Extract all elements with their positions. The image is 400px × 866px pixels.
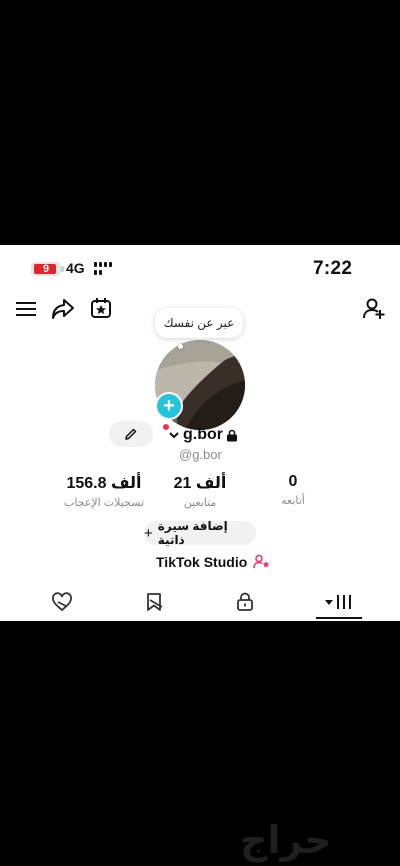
- tab-liked[interactable]: [47, 589, 77, 615]
- stat-likes-value: 156.8 ألف: [66, 475, 142, 492]
- lock-icon: [227, 429, 237, 441]
- stat-following-value: 0: [288, 473, 298, 490]
- tab-private[interactable]: [230, 589, 260, 615]
- profile-screen: 9 4G 7:22 + عبر عن نفسك g.bor @g.bor 156…: [0, 245, 400, 621]
- display-name: g.bor: [183, 426, 223, 443]
- battery-indicator: 9: [31, 262, 61, 276]
- plus-icon: +: [144, 524, 153, 542]
- stat-followers[interactable]: 21 ألف متابعين: [166, 473, 234, 509]
- stat-likes[interactable]: 156.8 ألف تسجيلات الإعجاب: [58, 473, 150, 509]
- active-tab-indicator: [316, 617, 362, 619]
- account-switcher[interactable]: g.bor: [168, 426, 238, 444]
- hamburger-menu-icon[interactable]: [14, 297, 38, 321]
- haraj-watermark: حراج: [240, 818, 332, 862]
- studio-label: TikTok Studio: [156, 554, 248, 570]
- calendar-star-icon[interactable]: [88, 295, 114, 321]
- clock: 7:22: [313, 258, 353, 279]
- battery-cap: [61, 266, 64, 272]
- stat-followers-value: 21 ألف: [173, 475, 227, 492]
- chevron-down-icon: [169, 432, 179, 439]
- tab-favorites[interactable]: [140, 589, 170, 615]
- favorites-bookmark-icon: [147, 593, 163, 611]
- tab-videos[interactable]: [322, 589, 356, 615]
- tiktok-studio-link[interactable]: TikTok Studio: [156, 554, 271, 570]
- battery-level: 9: [43, 263, 50, 275]
- pencil-icon: [125, 428, 137, 440]
- videos-grid-icon: [325, 595, 351, 609]
- signal-icon: [94, 262, 112, 276]
- share-arrow-icon[interactable]: [50, 296, 76, 322]
- stat-following[interactable]: 0 أتابعه: [268, 473, 318, 507]
- add-photo-button[interactable]: +: [155, 392, 183, 420]
- add-bio-label: إضافة سيرة ذاتية: [157, 519, 228, 547]
- network-type: 4G: [66, 260, 85, 276]
- creator-star-icon: [253, 554, 270, 569]
- stat-followers-label: متابعين: [183, 497, 217, 509]
- private-lock-icon: [237, 592, 253, 611]
- stat-following-label: أتابعه: [281, 495, 305, 507]
- add-user-icon[interactable]: [360, 295, 388, 323]
- stat-likes-label: تسجيلات الإعجاب: [64, 497, 144, 509]
- username-handle: @g.bor: [179, 447, 222, 462]
- add-bio-button[interactable]: + إضافة سيرة ذاتية: [144, 519, 256, 547]
- tooltip-pointer: [178, 344, 183, 349]
- bio-tooltip[interactable]: عبر عن نفسك: [155, 308, 243, 338]
- edit-profile-button[interactable]: [109, 421, 153, 447]
- liked-heart-icon: [52, 592, 72, 612]
